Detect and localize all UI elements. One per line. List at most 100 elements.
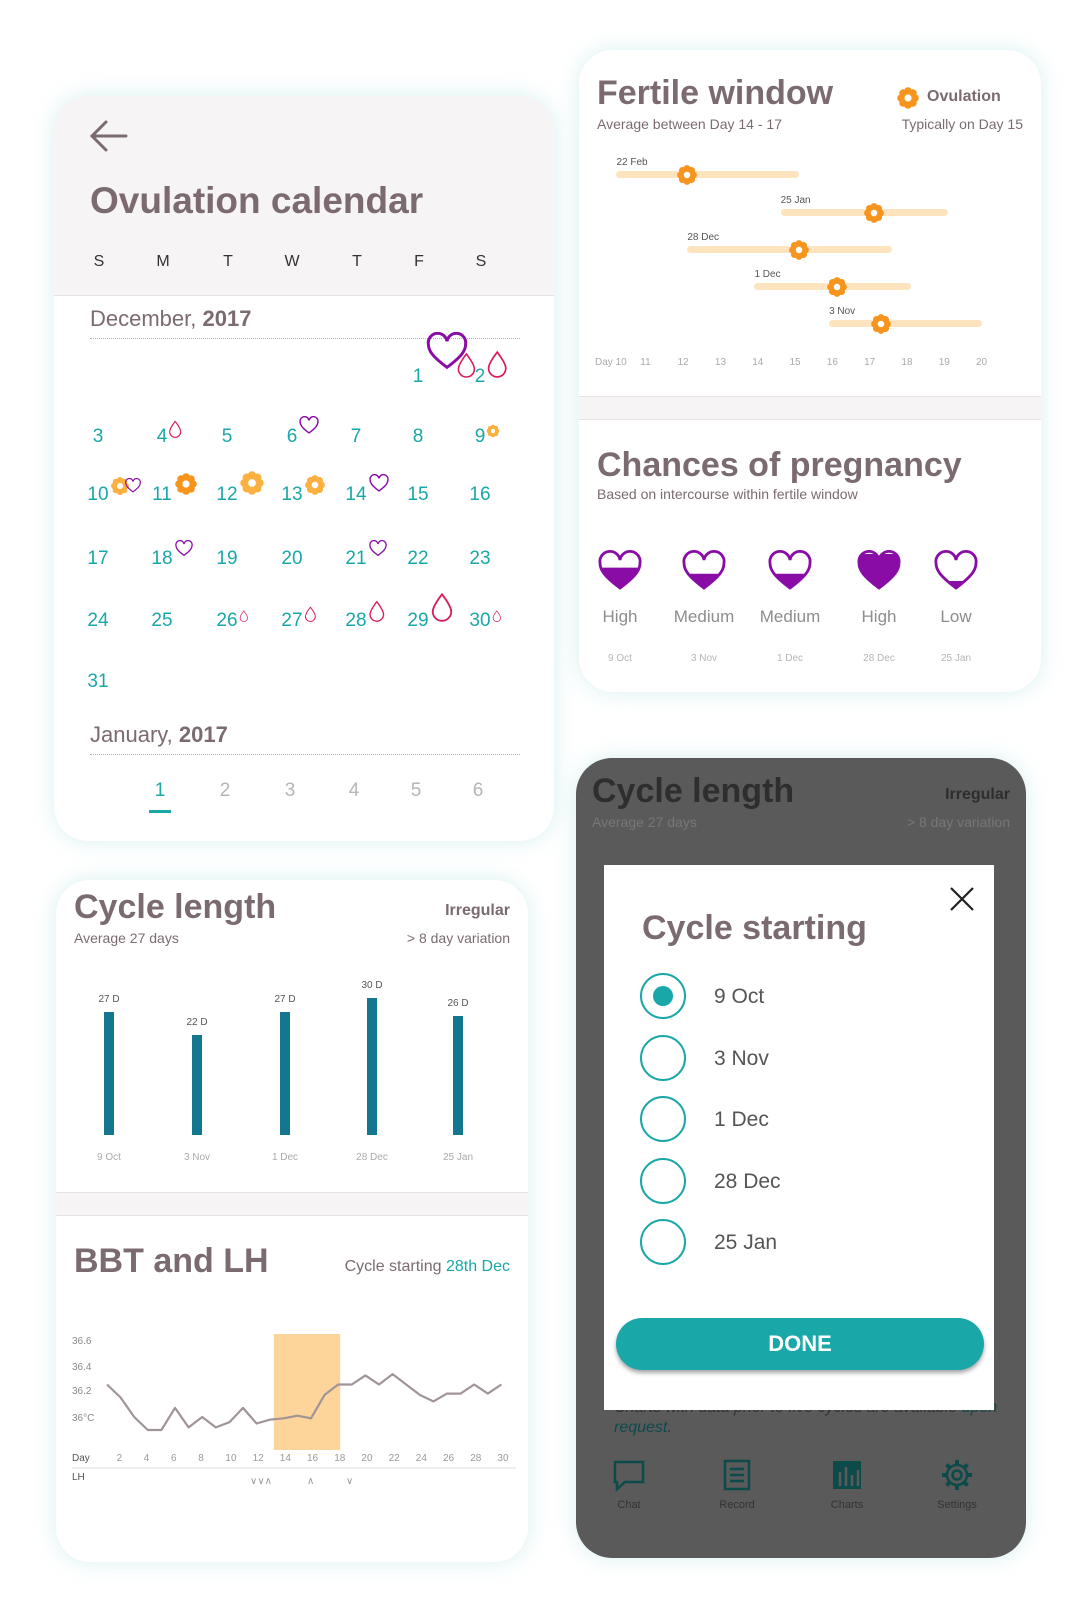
- pregnancy-chance-date: 9 Oct: [608, 653, 632, 664]
- done-button[interactable]: DONE: [616, 1318, 984, 1370]
- january-day[interactable]: 2: [205, 780, 245, 802]
- period-drop-icon: [487, 350, 507, 378]
- bbt-title: BBT and LH: [74, 1242, 269, 1280]
- cycle-option-label[interactable]: 3 Nov: [714, 1047, 769, 1071]
- january-day[interactable]: 5: [396, 780, 436, 802]
- bbt-x-tick: 6: [171, 1453, 177, 1464]
- bbt-y-tick: 36.4: [72, 1362, 92, 1373]
- january-day[interactable]: 4: [334, 780, 374, 802]
- calendar-day[interactable]: 24: [76, 610, 120, 632]
- fertile-row-label: 3 Nov: [829, 306, 856, 317]
- calendar-day[interactable]: 15: [396, 484, 440, 506]
- ovulation-calendar-card: Ovulation calendar S M T W T F S Decembe…: [54, 96, 554, 841]
- fertile-window-subtitle: Average between Day 14 - 17: [597, 116, 782, 132]
- cycle-length-category: 9 Oct: [97, 1152, 121, 1163]
- intercourse-heart-icon: [369, 540, 387, 557]
- month-name: January,: [90, 722, 179, 747]
- bbt-x-tick: 28: [470, 1453, 482, 1464]
- dimmed-cycle-title: Cycle length: [592, 772, 795, 810]
- weekday-label: S: [475, 253, 487, 270]
- pregnancy-chance-level: Medium: [759, 607, 821, 626]
- dimmed-cycle-status: Irregular: [945, 786, 1010, 803]
- ovulation-flower-icon: [897, 87, 919, 109]
- ovulation-flower-icon: [175, 473, 197, 495]
- cycle-length-bar: [453, 1016, 463, 1135]
- cycle-starting-dialog: Cycle starting 9 Oct 3 Nov 1 Dec 28 Dec 25 J…: [604, 865, 994, 1410]
- fertile-flower-icon: [240, 471, 264, 495]
- calendar-day[interactable]: 17: [76, 548, 120, 570]
- bbt-chart: 36.636.436.236°CDay 2 4 6 8 10 12 14 16 18 20 22 24 2…: [72, 1334, 516, 1487]
- weekday-label: W: [284, 253, 300, 270]
- weekday-label: F: [414, 253, 424, 270]
- bbt-y-tick: 36.6: [72, 1336, 92, 1347]
- dimmed-cycle-subtitle: Average 27 days: [592, 814, 697, 830]
- bbt-x-tick: 24: [416, 1453, 428, 1464]
- ovulation-legend-sub: Typically on Day 15: [901, 116, 1023, 132]
- fertile-axis-tick: 20: [976, 357, 988, 368]
- cycle-length-value: 30 D: [361, 980, 383, 991]
- calendar-day[interactable]: 7: [334, 426, 378, 448]
- calendar-day[interactable]: 31: [76, 671, 120, 693]
- cycle-option-radio[interactable]: [640, 1034, 686, 1081]
- cycle-length-category: 28 Dec: [356, 1152, 388, 1163]
- calendar-day[interactable]: 3: [76, 426, 120, 448]
- pregnancy-chance-date: 28 Dec: [863, 653, 895, 664]
- calendar-day[interactable]: 5: [205, 426, 249, 448]
- dialog-title: Cycle starting: [642, 909, 867, 947]
- bbt-cycle-starting[interactable]: Cycle starting 28th Dec: [345, 1258, 510, 1276]
- calendar-day[interactable]: 22: [396, 548, 440, 570]
- cycle-option-label[interactable]: 1 Dec: [714, 1108, 769, 1132]
- fertile-axis-tick: Day 10: [595, 357, 627, 368]
- cycle-option-label[interactable]: 25 Jan: [714, 1231, 777, 1255]
- cycle-option-radio[interactable]: [640, 973, 686, 1019]
- calendar-day[interactable]: 25: [140, 610, 184, 632]
- calendar-day[interactable]: 20: [270, 548, 314, 570]
- bbt-cycle-date[interactable]: 28th Dec: [446, 1258, 510, 1275]
- ovulation-flower-icon: [863, 203, 884, 223]
- weekday-label: S: [93, 253, 105, 270]
- close-icon[interactable]: [948, 885, 976, 913]
- cycle-length-value: 22 D: [186, 1016, 208, 1028]
- cycle-option-label[interactable]: 9 Oct: [714, 985, 764, 1009]
- section-divider: [579, 396, 1041, 420]
- fertile-axis-tick: 19: [938, 357, 950, 368]
- fertile-axis-tick: 14: [752, 357, 764, 368]
- january-day[interactable]: 1: [140, 780, 180, 802]
- back-arrow-icon[interactable]: [86, 116, 130, 156]
- calendar-day[interactable]: 16: [458, 484, 502, 506]
- period-drop-icon: [239, 610, 248, 622]
- calendar-day[interactable]: 23: [458, 548, 502, 570]
- pregnancy-chance-heart-icon: [682, 550, 726, 590]
- fertile-axis-tick: 15: [789, 357, 801, 368]
- january-day[interactable]: 6: [458, 780, 498, 802]
- nav-label: Chat: [617, 1499, 641, 1511]
- cycle-length-bar: [192, 1034, 202, 1135]
- cycle-length-value: 27 D: [274, 993, 296, 1005]
- weekday-label: T: [352, 253, 362, 270]
- nav-settings[interactable]: Settings: [922, 1458, 992, 1511]
- period-drop-icon: [369, 600, 385, 622]
- calendar-day[interactable]: 19: [205, 548, 249, 570]
- cycle-option-radio[interactable]: [640, 1096, 686, 1142]
- calendar-day[interactable]: 8: [396, 426, 440, 448]
- cycle-length-value: 27 D: [98, 993, 120, 1005]
- january-day[interactable]: 3: [270, 780, 310, 802]
- cycle-length-dimmed-screen: Cycle length Average 27 days Irregular >…: [576, 758, 1026, 1558]
- nav-record[interactable]: Record: [702, 1458, 772, 1511]
- pregnancy-chance-heart-icon: [598, 550, 642, 590]
- pregnancy-chance-date: 1 Dec: [776, 653, 804, 664]
- section-divider: [56, 1192, 528, 1216]
- cycle-option-label[interactable]: 28 Dec: [714, 1170, 781, 1194]
- fertile-flower-icon: [305, 475, 325, 495]
- selected-day-underline: [149, 810, 171, 813]
- nav-charts[interactable]: Charts: [812, 1458, 882, 1511]
- pregnancy-chance-level: Low: [940, 607, 972, 626]
- nav-chat[interactable]: Chat: [594, 1458, 664, 1511]
- cycle-option-radio[interactable]: [640, 1157, 686, 1204]
- bbt-x-tick: 26: [443, 1453, 455, 1464]
- pregnancy-chance-heart-icon: [768, 550, 812, 590]
- dimmed-cycle-variation: > 8 day variation: [906, 814, 1010, 830]
- fertile-window-title: Fertile window: [597, 74, 834, 112]
- cycle-option-radio[interactable]: [640, 1219, 686, 1265]
- fertile-axis-tick: 17: [864, 357, 876, 368]
